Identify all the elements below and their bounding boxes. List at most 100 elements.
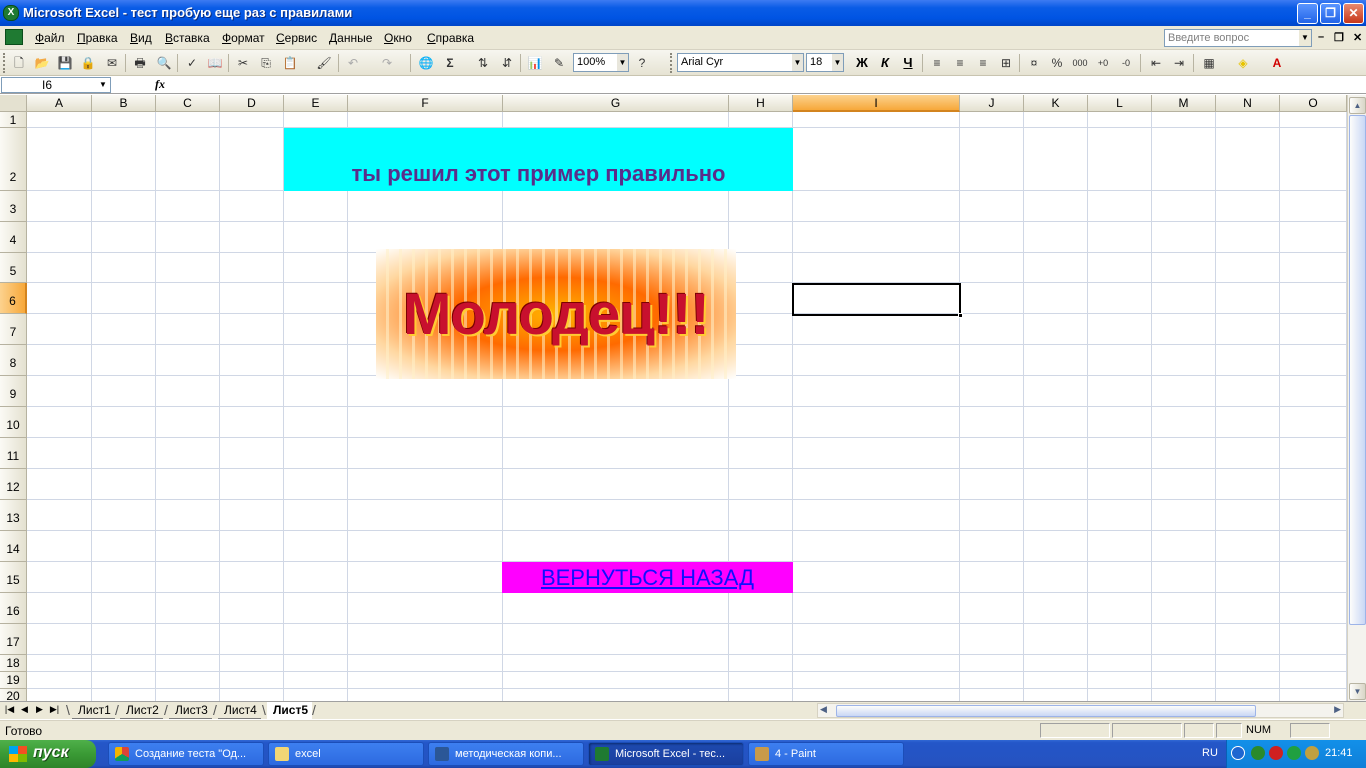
increase-indent-icon[interactable]: ⇥: [1170, 54, 1188, 72]
open-icon[interactable]: 📂: [33, 54, 51, 72]
row-header-18[interactable]: 18: [0, 655, 27, 672]
spreadsheet-grid[interactable]: A B C D E F G H I J K L M N O 1 2 3 4 5 …: [0, 95, 1347, 701]
scroll-down-icon[interactable]: ▼: [1349, 683, 1366, 700]
row-header-4[interactable]: 4: [0, 222, 27, 253]
row-header-2[interactable]: 2: [0, 128, 27, 191]
row-header-3[interactable]: 3: [0, 191, 27, 222]
column-header-i[interactable]: I: [793, 95, 960, 112]
column-header-d[interactable]: D: [220, 95, 284, 112]
font-name-select[interactable]: Arial Cyr ▼: [677, 53, 804, 72]
scroll-right-icon[interactable]: ▶: [1334, 704, 1341, 715]
column-header-f[interactable]: F: [348, 95, 503, 112]
congrats-wordart[interactable]: Молодец!!!: [376, 249, 736, 379]
redo-icon[interactable]: ↷: [378, 54, 396, 72]
research-icon[interactable]: 📖: [206, 54, 224, 72]
zoom-select[interactable]: 100% ▼: [573, 53, 629, 72]
column-header-j[interactable]: J: [960, 95, 1024, 112]
row-header-17[interactable]: 17: [0, 624, 27, 655]
hyperlink-icon[interactable]: 🌐: [417, 54, 435, 72]
spelling-icon[interactable]: ✓: [183, 54, 201, 72]
row-header-13[interactable]: 13: [0, 500, 27, 531]
prev-sheet-icon[interactable]: ◀: [18, 704, 31, 715]
menu-data[interactable]: Данные: [329, 31, 372, 45]
row-header-6[interactable]: 6: [0, 283, 27, 314]
vertical-scrollbar[interactable]: ▲ ▼: [1347, 95, 1366, 701]
task-explorer[interactable]: excel: [268, 742, 424, 766]
chevron-down-icon[interactable]: ▼: [832, 54, 843, 71]
row-header-10[interactable]: 10: [0, 407, 27, 438]
row-header-20[interactable]: 20: [0, 689, 27, 701]
column-header-k[interactable]: K: [1024, 95, 1088, 112]
close-button[interactable]: ✕: [1343, 3, 1364, 24]
percent-icon[interactable]: %: [1048, 54, 1066, 72]
first-sheet-icon[interactable]: |◀: [3, 704, 16, 715]
go-back-link[interactable]: ВЕРНУТЬСЯ НАЗАД: [502, 562, 793, 593]
column-header-n[interactable]: N: [1216, 95, 1280, 112]
next-sheet-icon[interactable]: ▶: [33, 704, 46, 715]
column-header-h[interactable]: H: [729, 95, 793, 112]
clock[interactable]: 21:41: [1325, 747, 1353, 759]
italic-button[interactable]: К: [876, 54, 894, 72]
paste-icon[interactable]: 📋: [281, 54, 299, 72]
toolbar-grip[interactable]: [3, 53, 6, 73]
undo-icon[interactable]: ↶: [344, 54, 362, 72]
last-sheet-icon[interactable]: ▶|: [48, 704, 61, 715]
tab-sheet2[interactable]: Лист2: [120, 702, 163, 719]
chevron-down-icon[interactable]: ▼: [792, 54, 803, 71]
chevron-down-icon[interactable]: ▼: [1299, 30, 1311, 46]
row-header-9[interactable]: 9: [0, 376, 27, 407]
result-message-cell[interactable]: ты решил этот пример правильно: [284, 128, 793, 191]
autosum-icon[interactable]: Σ: [441, 54, 459, 72]
font-color-icon[interactable]: A: [1268, 54, 1286, 72]
underline-button[interactable]: Ч: [899, 54, 917, 72]
language-indicator[interactable]: RU: [1202, 747, 1218, 759]
row-header-11[interactable]: 11: [0, 438, 27, 469]
row-header-7[interactable]: 7: [0, 314, 27, 345]
row-header-12[interactable]: 12: [0, 469, 27, 500]
align-center-icon[interactable]: ≡: [951, 54, 969, 72]
permission-icon[interactable]: 🔒: [79, 54, 97, 72]
fill-color-icon[interactable]: ◈: [1234, 54, 1252, 72]
fill-handle[interactable]: [958, 313, 963, 318]
comma-style-icon[interactable]: 000: [1071, 54, 1089, 72]
row-header-8[interactable]: 8: [0, 345, 27, 376]
column-header-g[interactable]: G: [503, 95, 729, 112]
bold-button[interactable]: Ж: [853, 54, 871, 72]
network-icon[interactable]: [1251, 746, 1265, 760]
tab-sheet4[interactable]: Лист4: [218, 702, 261, 719]
align-right-icon[interactable]: ≡: [974, 54, 992, 72]
task-paint[interactable]: 4 - Paint: [748, 742, 904, 766]
cut-icon[interactable]: ✂: [234, 54, 252, 72]
menu-edit[interactable]: Правка: [77, 31, 118, 45]
sort-ascending-icon[interactable]: ⇅: [474, 54, 492, 72]
row-header-16[interactable]: 16: [0, 593, 27, 624]
row-header-5[interactable]: 5: [0, 253, 27, 283]
column-header-c[interactable]: C: [156, 95, 220, 112]
messenger-icon[interactable]: [1287, 746, 1301, 760]
currency-icon[interactable]: ¤: [1025, 54, 1043, 72]
print-icon[interactable]: 🖶: [131, 54, 149, 72]
menu-window[interactable]: Окно: [384, 31, 412, 45]
tab-sheet5[interactable]: Лист5: [267, 702, 313, 719]
sort-descending-icon[interactable]: ⇵: [498, 54, 516, 72]
increase-decimal-icon[interactable]: +0: [1094, 54, 1112, 72]
help-icon[interactable]: ?: [633, 54, 651, 72]
column-header-e[interactable]: E: [284, 95, 348, 112]
menu-help[interactable]: Справка: [427, 31, 474, 45]
row-header-1[interactable]: 1: [0, 112, 27, 128]
insert-function-icon[interactable]: fx: [155, 77, 165, 92]
chevron-down-icon[interactable]: ▼: [96, 78, 110, 92]
doc-minimize-button[interactable]: –: [1318, 31, 1324, 43]
menu-view[interactable]: Вид: [130, 31, 152, 45]
column-header-o[interactable]: O: [1280, 95, 1347, 112]
chart-wizard-icon[interactable]: 📊: [526, 54, 544, 72]
column-header-l[interactable]: L: [1088, 95, 1152, 112]
antivirus-icon[interactable]: [1269, 746, 1283, 760]
copy-icon[interactable]: ⎘: [257, 54, 275, 72]
email-icon[interactable]: ✉: [103, 54, 121, 72]
excel-app-icon[interactable]: X: [3, 5, 19, 21]
tab-sheet1[interactable]: Лист1: [72, 702, 115, 719]
horizontal-scroll-thumb[interactable]: [836, 705, 1256, 717]
decrease-decimal-icon[interactable]: -0: [1117, 54, 1135, 72]
doc-close-button[interactable]: ✕: [1353, 31, 1362, 44]
